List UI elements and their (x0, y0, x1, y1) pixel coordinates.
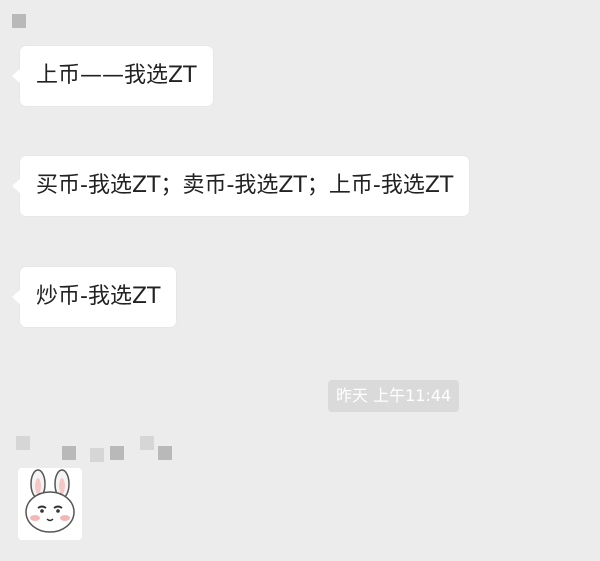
blurred-avatar-icon (12, 14, 26, 28)
bunny-sticker-icon[interactable] (18, 468, 82, 540)
blurred-pixel (16, 436, 30, 450)
message-bubble-2[interactable]: 买币-我选ZT；卖币-我选ZT；上币-我选ZT (11, 156, 470, 216)
blurred-pixel (90, 448, 104, 462)
bunny-sticker-drawing (25, 469, 75, 533)
message-bubble-3[interactable]: 炒币-我选ZT (11, 267, 177, 327)
blurred-pixel (62, 446, 76, 460)
chat-window: 上币——我选ZT 买币-我选ZT；卖币-我选ZT；上币-我选ZT 炒币-我选ZT… (0, 0, 600, 561)
message-timestamp: 昨天 上午11:44 (328, 380, 460, 412)
blurred-pixel (140, 436, 154, 450)
blurred-pixel (158, 446, 172, 460)
message-bubble-1[interactable]: 上币——我选ZT (12, 46, 213, 106)
blurred-pixel (110, 446, 124, 460)
